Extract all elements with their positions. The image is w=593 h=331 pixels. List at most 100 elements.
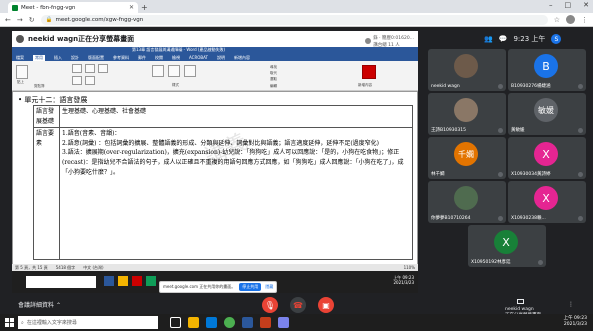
- replace-label[interactable]: 取代: [270, 71, 277, 76]
- hide-notice-button[interactable]: 隱藏: [265, 284, 273, 290]
- word-menu-new-content[interactable]: 新增內容: [234, 55, 250, 61]
- menu-kebab-icon[interactable]: ⋮: [581, 16, 588, 24]
- presenter-banner: neekid wagn正在分享螢幕畫面 錄 · 簡歷0:01620... 講台總…: [12, 31, 418, 48]
- word-status-bar: 第 5 頁，共 15 頁 5418 個字 中文 (台灣) 110%: [12, 264, 418, 271]
- word-window-title: 第13章 語言發展與溝通障礙 - Word (產品啟動失敗): [132, 47, 226, 52]
- style-heading2-button[interactable]: [184, 65, 196, 77]
- profile-avatar[interactable]: [566, 15, 575, 24]
- powerpoint-taskbar-icon[interactable]: [260, 317, 271, 328]
- url-field[interactable]: 🔒 meet.google.com/xgw-fngg-vgn: [40, 14, 548, 25]
- word-menu-file[interactable]: 檔案: [16, 55, 24, 61]
- editing-label: 編輯: [270, 84, 277, 88]
- font-color-button[interactable]: [72, 76, 82, 85]
- browser-tab-bar: Meet - fbn-fngg-vgn ✕ + – □ ✕: [0, 0, 593, 13]
- chrome-taskbar-icon[interactable]: [224, 317, 235, 328]
- word-menu-references[interactable]: 參考資料: [113, 55, 129, 61]
- status-zoom[interactable]: 110%: [404, 265, 415, 270]
- participant-tile[interactable]: 敏媛 黃敏媛: [508, 93, 586, 135]
- mic-off-icon: [578, 216, 583, 221]
- url-text: meet.google.com/xgw-fngg-vgn: [55, 16, 144, 23]
- leave-call-button[interactable]: ☎: [290, 297, 306, 313]
- find-label[interactable]: 尋找: [270, 65, 277, 70]
- taskbar-search-placeholder: 在這裡輸入文字來搜尋: [26, 320, 77, 326]
- highlight-button[interactable]: [85, 76, 95, 85]
- participant-tile[interactable]: neekid wagn: [428, 49, 506, 91]
- stop-sharing-button[interactable]: 停止共用: [239, 283, 262, 291]
- participant-tile[interactable]: 王詩B10930315: [428, 93, 506, 135]
- people-icon[interactable]: 👥: [484, 35, 493, 43]
- participant-name: B10930276楊婕涵: [511, 84, 551, 89]
- search-icon: ⌕: [21, 319, 24, 326]
- maximize-button[interactable]: □: [565, 1, 572, 9]
- word-menu-view[interactable]: 檢視: [172, 55, 180, 61]
- italic-button[interactable]: [85, 64, 95, 73]
- participant-avatar: 千嫻: [454, 142, 478, 166]
- task-view-icon[interactable]: [170, 317, 181, 328]
- taskbar-search-box[interactable]: ⌕ 在這裡輸入文字來搜尋: [18, 316, 158, 329]
- reload-icon[interactable]: ↻: [29, 16, 35, 24]
- word-titlebar: 第13章 語言發展與溝通障礙 - Word (產品啟動失敗): [12, 47, 418, 54]
- minimize-button[interactable]: –: [549, 1, 553, 9]
- participant-tile[interactable]: X X10950192林彥廷: [468, 225, 546, 267]
- presenting-name: neekid wagn: [505, 306, 534, 312]
- meet-top-bar: 👥 💬 9:23 上午 S: [428, 31, 593, 47]
- meeting-details-label: 會議詳細資料: [18, 302, 55, 309]
- participant-tile[interactable]: 千嫻 林千嫻: [428, 137, 506, 179]
- system-tray-clock[interactable]: 上午 09:23 2021/3/23: [564, 316, 587, 329]
- participant-name: 林千嫻: [431, 172, 445, 177]
- forward-icon[interactable]: →: [17, 16, 23, 24]
- new-content-button[interactable]: [362, 65, 376, 79]
- back-icon[interactable]: ←: [5, 16, 11, 24]
- underline-button[interactable]: [98, 64, 108, 73]
- mic-off-icon: [538, 260, 543, 265]
- close-window-button[interactable]: ✕: [583, 1, 589, 9]
- tray-date: 2021/3/23: [563, 322, 587, 328]
- mic-off-icon: [578, 128, 583, 133]
- table-row: 語言要素 1.語音(音素、音韻)： 2.語意(詞彙) ：包括詞彙的擴展、整體語義…: [33, 127, 413, 261]
- word-menu-acrobat[interactable]: ACROBAT: [189, 55, 208, 60]
- meeting-clock: 9:23 上午: [513, 35, 546, 43]
- sharing-notice-text: meet.google.com 正在共用你的畫面。: [163, 284, 236, 289]
- edge-icon[interactable]: [206, 317, 217, 328]
- style-heading1-button[interactable]: [168, 65, 180, 77]
- file-explorer-icon[interactable]: [188, 317, 199, 328]
- word-menu-layout[interactable]: 版面配置: [88, 55, 104, 61]
- participant-name: 王詩B10930315: [431, 128, 466, 133]
- bookmark-star-icon[interactable]: ☆: [554, 16, 560, 24]
- participant-name: X10930238賴...: [511, 216, 546, 221]
- word-taskbar-icon[interactable]: [242, 317, 253, 328]
- bold-button[interactable]: [72, 64, 82, 73]
- participant-avatar: X: [494, 230, 518, 254]
- paste-button[interactable]: [16, 65, 28, 79]
- participant-tile[interactable]: X X10930034黃詩婷: [508, 137, 586, 179]
- word-menu-design[interactable]: 設計: [71, 55, 79, 61]
- word-menu-help[interactable]: 說明: [217, 55, 225, 61]
- participant-tile[interactable]: B B10930276楊婕涵: [508, 49, 586, 91]
- word-menu-home[interactable]: 常用: [33, 54, 45, 61]
- account-avatar[interactable]: S: [551, 34, 562, 44]
- participant-tile[interactable]: X X10930238賴...: [508, 181, 586, 223]
- word-menu-review[interactable]: 校閱: [155, 55, 163, 61]
- close-tab-icon[interactable]: ✕: [129, 4, 134, 11]
- chrome-icon: [146, 276, 156, 286]
- teams-taskbar-icon[interactable]: [278, 317, 289, 328]
- meeting-details-button[interactable]: 會議詳細資料 ⌃: [18, 300, 61, 309]
- more-options-icon[interactable]: ⋮: [568, 301, 574, 308]
- select-label[interactable]: 選取: [270, 77, 277, 82]
- windows-start-icon[interactable]: [5, 318, 14, 327]
- mic-toggle-button[interactable]: 🎙: [262, 297, 278, 313]
- style-normal-button[interactable]: [152, 65, 164, 77]
- new-tab-button[interactable]: +: [141, 3, 148, 12]
- browser-tab[interactable]: Meet - fbn-fngg-vgn ✕: [8, 2, 138, 13]
- row-content: 生理基礎、心理基礎、社會基礎: [59, 104, 413, 129]
- tray-time: 上午 09:23: [563, 316, 587, 321]
- participant-tile[interactable]: 你夢夢B10710264: [428, 181, 506, 223]
- camera-off-icon: ▣: [322, 300, 330, 310]
- meet-control-bar: 會議詳細資料⌃ 🎙 ☎ ▣ neekid wagn 正在分享螢幕畫面 ⋮: [0, 296, 593, 318]
- word-menu-insert[interactable]: 插入: [54, 55, 62, 61]
- chat-icon[interactable]: 💬: [499, 35, 508, 43]
- camera-toggle-button[interactable]: ▣: [318, 297, 334, 313]
- chevron-up-icon: ⌃: [56, 302, 62, 309]
- recorder-info: 錄 · 簡歷0:01620... 講台總 11 人: [365, 34, 414, 48]
- word-menu-mailings[interactable]: 郵件: [138, 55, 146, 61]
